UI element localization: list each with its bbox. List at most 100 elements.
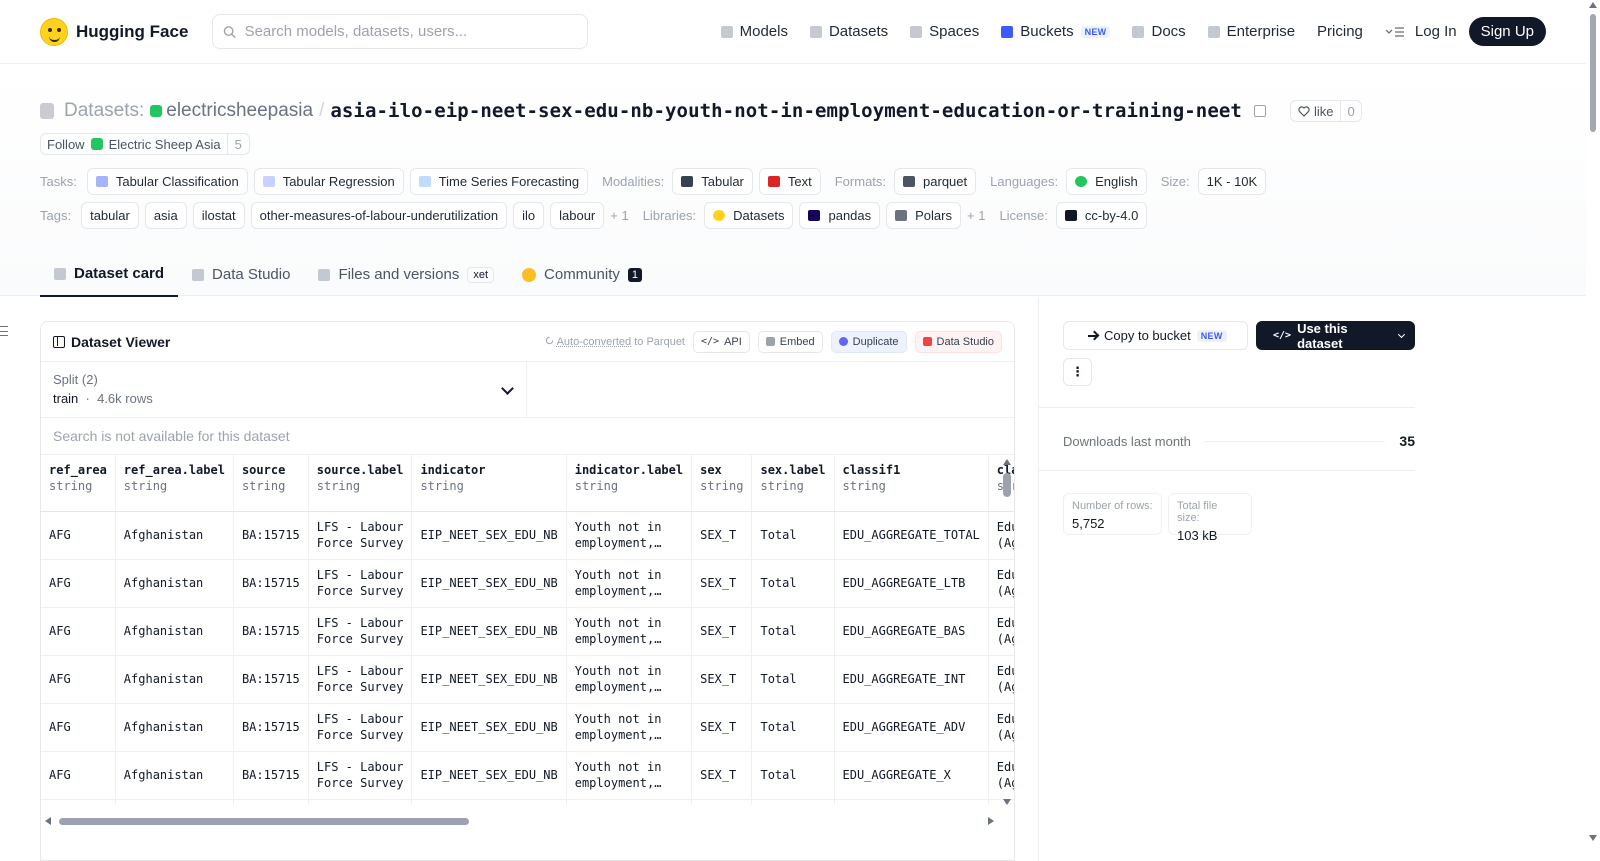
- table-cell: Youth not in: [566, 799, 693, 805]
- tab-files-and-versions[interactable]: Files and versions xet: [304, 252, 508, 297]
- license-tag[interactable]: cc-by-4.0: [1055, 202, 1148, 229]
- follow-button[interactable]: Follow Electric Sheep Asia 5: [40, 133, 250, 155]
- column-type: string: [316, 479, 361, 493]
- scroll-thumb[interactable]: [1003, 473, 1011, 497]
- copy-icon[interactable]: [1253, 105, 1266, 117]
- scroll-thumb[interactable]: [1590, 14, 1596, 132]
- rows-value: 5,752: [1072, 516, 1105, 531]
- embed-button[interactable]: Embed: [757, 330, 823, 353]
- scroll-up-icon[interactable]: [1589, 2, 1597, 8]
- task-tabular-regression[interactable]: Tabular Regression: [253, 168, 404, 195]
- table-cell: Youth not in employment,…: [566, 511, 693, 560]
- follow-org-name: Electric Sheep Asia: [108, 136, 221, 152]
- table-row[interactable]: AFG Afghanistan BA:15715 LFS - Labour Force…: [41, 607, 1014, 656]
- nav-docs[interactable]: Docs: [1132, 23, 1186, 40]
- auto-converted-link[interactable]: Auto-converted: [557, 336, 632, 348]
- column-header[interactable]: source string: [233, 455, 309, 512]
- table-row[interactable]: AFG Afghanistan BA:15715 LFS - Labour Force…: [41, 511, 1014, 560]
- new-badge: NEW: [1196, 329, 1227, 342]
- nav-models[interactable]: Models: [720, 23, 788, 40]
- split-label: Split (2): [53, 372, 98, 387]
- column-header[interactable]: indicator string: [411, 455, 567, 512]
- tag-ilostat[interactable]: ilostat: [192, 202, 245, 229]
- column-type: string: [574, 479, 619, 493]
- tag-other-measures[interactable]: other-measures-of-labour-underutilizatio…: [250, 202, 508, 229]
- tag-labour[interactable]: labour: [550, 202, 605, 229]
- column-header[interactable]: classif1 string: [834, 455, 989, 512]
- split-selector[interactable]: Split (2) train · 4.6k rows: [41, 362, 527, 417]
- table-row[interactable]: AFG Afghanistan BA:15715 LFS - Labour Force…: [41, 559, 1014, 608]
- scroll-up-icon[interactable]: [1003, 459, 1011, 465]
- copy-to-bucket-button[interactable]: Copy to bucket NEW: [1063, 321, 1248, 350]
- duplicate-button[interactable]: Duplicate: [830, 330, 907, 353]
- table-cell: LFS - Labour Force Survey: [308, 751, 413, 800]
- nav-spaces[interactable]: Spaces: [910, 23, 979, 40]
- table-cell: Afghanistan: [115, 751, 234, 800]
- tab-data-studio[interactable]: Data Studio: [178, 252, 304, 297]
- scroll-down-icon[interactable]: [1589, 835, 1597, 841]
- tab-dataset-card[interactable]: Dataset card: [40, 252, 179, 297]
- nav-buckets[interactable]: Buckets NEW: [1001, 23, 1111, 40]
- scroll-down-icon[interactable]: [1003, 799, 1011, 805]
- modality-text[interactable]: Text: [758, 168, 821, 195]
- language-english[interactable]: English: [1066, 168, 1147, 195]
- scroll-left-icon[interactable]: [45, 817, 51, 825]
- signup-button[interactable]: Sign Up: [1468, 17, 1546, 46]
- embed-icon: [765, 337, 775, 346]
- scroll-thumb[interactable]: [59, 818, 469, 825]
- table-cell: Youth not in employment,…: [566, 559, 693, 608]
- vertical-scrollbar[interactable]: [1003, 459, 1011, 805]
- column-header[interactable]: source.label string: [308, 455, 413, 512]
- search-input[interactable]: [244, 23, 578, 40]
- nav-pricing[interactable]: Pricing: [1317, 23, 1363, 40]
- modality-tabular[interactable]: Tabular: [672, 168, 753, 195]
- library-datasets[interactable]: Datasets: [704, 202, 794, 229]
- horizontal-scrollbar[interactable]: [41, 815, 1014, 827]
- nav-datasets[interactable]: Datasets: [809, 23, 888, 40]
- like-button[interactable]: like 0: [1289, 100, 1362, 122]
- dataset-name[interactable]: asia-ilo-eip-neet-sex-edu-nb-youth-not-i…: [330, 100, 1242, 122]
- more-options-button[interactable]: ⋮: [1063, 358, 1092, 386]
- column-header[interactable]: sex.label string: [751, 455, 835, 512]
- size-tag[interactable]: 1K - 10K: [1197, 168, 1267, 195]
- libraries-more[interactable]: + 1: [967, 208, 985, 223]
- column-type: string: [760, 479, 804, 493]
- task-tabular-classification[interactable]: Tabular Classification: [86, 168, 248, 195]
- column-header[interactable]: ref_area string: [41, 455, 116, 512]
- page-scrollbar[interactable]: [1586, 0, 1600, 861]
- table-cell: Afghanistan: [115, 559, 234, 608]
- column-header[interactable]: ref_area.label string: [115, 455, 234, 512]
- brand-link[interactable]: Hugging Face: [40, 17, 188, 46]
- column-header[interactable]: indicator.label string: [566, 455, 693, 512]
- tab-community[interactable]: Community 1: [508, 252, 656, 297]
- cube-icon: [720, 25, 733, 38]
- scroll-right-icon[interactable]: [988, 817, 994, 825]
- table-row[interactable]: AFG Afghanistan BA:15715 LFS - Labour Force…: [41, 655, 1014, 704]
- tag-asia[interactable]: asia: [144, 202, 187, 229]
- library-polars[interactable]: Polars: [886, 202, 961, 229]
- table-row[interactable]: AFG Afghanistan BA:15715 LFS - Labour Force…: [41, 751, 1014, 800]
- tag-ilo[interactable]: ilo: [513, 202, 545, 229]
- format-parquet[interactable]: parquet: [894, 168, 977, 195]
- tag-tabular[interactable]: tabular: [81, 202, 139, 229]
- data-studio-button[interactable]: Data Studio: [914, 330, 1002, 353]
- sidebar-toggle-icon[interactable]: [0, 326, 8, 336]
- datasets-prefix[interactable]: Datasets:: [64, 100, 144, 122]
- table-row[interactable]: LFS - LabourYouth not inEduc: [41, 799, 1014, 805]
- api-button[interactable]: </> API: [693, 330, 750, 353]
- use-this-dataset-button[interactable]: </> Use this dataset: [1256, 321, 1415, 351]
- tags-more[interactable]: + 1: [610, 208, 628, 223]
- languages-label: Languages:: [990, 174, 1059, 189]
- owner-link[interactable]: electricsheepasia: [150, 100, 313, 122]
- community-icon: [522, 267, 537, 282]
- nav-enterprise[interactable]: Enterprise: [1207, 23, 1295, 40]
- login-link[interactable]: Log In: [1415, 23, 1457, 40]
- task-time-series-forecasting[interactable]: Time Series Forecasting: [409, 168, 589, 195]
- column-header[interactable]: sex string: [691, 455, 753, 512]
- library-pandas[interactable]: pandas: [799, 202, 881, 229]
- file-size-value: 103 kB: [1177, 528, 1218, 543]
- more-menu-button[interactable]: [1385, 26, 1405, 38]
- table-container[interactable]: ref_area string ref_area.label string source…: [41, 455, 1014, 805]
- global-search[interactable]: [212, 14, 589, 49]
- table-row[interactable]: AFG Afghanistan BA:15715 LFS - Labour Force…: [41, 703, 1014, 752]
